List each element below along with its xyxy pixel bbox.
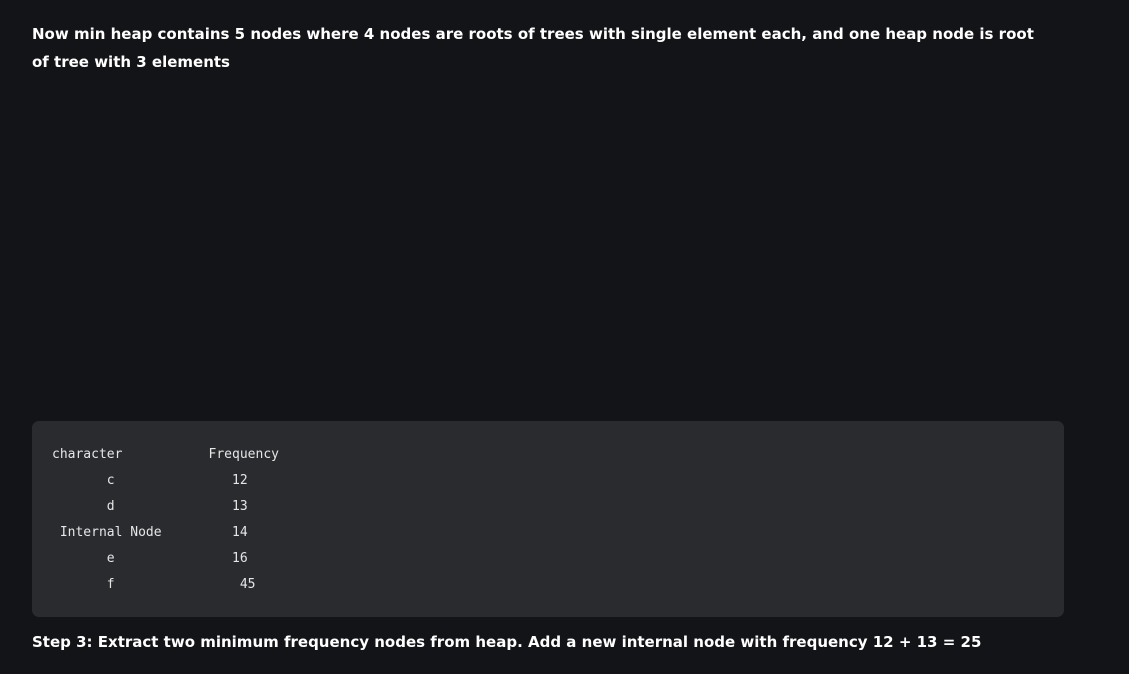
code-line: c 12 [52, 473, 248, 488]
code-line: d 13 [52, 499, 248, 514]
code-line: e 16 [52, 551, 248, 566]
code-line: character Frequency [52, 447, 279, 462]
code-block: character Frequency c 12 d 13 Internal N… [32, 421, 1064, 617]
step-paragraph: Step 3: Extract two minimum frequency no… [32, 628, 981, 656]
step-label: Step 3: [32, 633, 93, 651]
intro-paragraph: Now min heap contains 5 nodes where 4 no… [32, 25, 1034, 71]
step-text: Extract two minimum frequency nodes from… [92, 633, 982, 651]
article-page: Now min heap contains 5 nodes where 4 no… [0, 0, 1129, 674]
code-line: Internal Node 14 [52, 525, 248, 540]
code-line: f 45 [52, 577, 256, 592]
frequency-table-code: character Frequency c 12 d 13 Internal N… [32, 421, 1064, 598]
